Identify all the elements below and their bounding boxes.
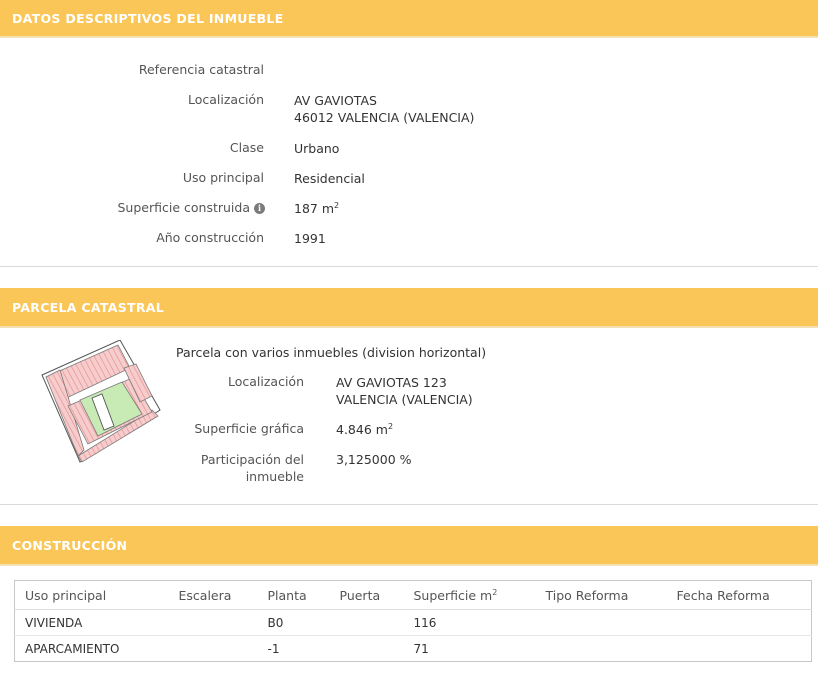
parcela-superficie-value: 4.846 m (336, 422, 388, 437)
cell-superficie: 116 (403, 609, 536, 636)
cell-tipo-reforma (536, 636, 667, 662)
parcel-plan-image[interactable] (40, 340, 162, 466)
section-header-datos: DATOS DESCRIPTIVOS DEL INMUEBLE (0, 0, 818, 38)
parcela-localizacion-label: Localización (227, 374, 304, 389)
table-header-row: Uso principal Escalera Planta Puerta Sup… (14, 580, 812, 610)
parcela-superficie-unit-sup: 2 (387, 421, 394, 431)
col-superficie: Superficie m2 (403, 580, 536, 610)
col-planta: Planta (257, 580, 330, 610)
col-tipo-reforma: Tipo Reforma (535, 580, 667, 610)
parcela-superficie-value-wrap: 4.846 m2 (336, 421, 393, 438)
parcela-heading: Parcela con varios inmuebles (division h… (176, 345, 487, 360)
cell-fecha-reforma (667, 636, 812, 662)
section-title: CONSTRUCCIÓN (12, 538, 128, 553)
table-row: VIVIENDA B0 116 (14, 609, 812, 636)
cell-escalera (169, 636, 258, 662)
superficie-value: 187 m (294, 201, 335, 216)
cell-planta: -1 (267, 641, 280, 656)
cell-uso: VIVIENDA (14, 609, 169, 636)
section-header-parcela: PARCELA CATASTRAL (0, 288, 818, 328)
col-superficie-sup: 2 (492, 587, 498, 597)
participacion-value: 3,125000 % (336, 452, 412, 467)
col-uso-principal: Uso principal (14, 580, 169, 610)
superficie-value-wrap: 187 m2 (294, 200, 339, 217)
parcela-localizacion-line2: VALENCIA (VALENCIA) (336, 392, 473, 407)
localizacion-line2: 46012 VALENCIA (VALENCIA) (294, 110, 475, 125)
superficie-label: Superficie construida (117, 200, 251, 215)
col-puerta: Puerta (329, 580, 404, 610)
participacion-label: Participación del inmueble (201, 451, 304, 485)
parcela-localizacion-line1: AV GAVIOTAS 123 (336, 375, 447, 390)
participacion-label-line1: Participación del (200, 452, 304, 467)
parcela-superficie-label: Superficie gráfica (194, 421, 304, 436)
localizacion-label: Localización (187, 92, 264, 107)
parcela-localizacion-value: AV GAVIOTAS 123 VALENCIA (VALENCIA) (336, 374, 473, 408)
construccion-table: Uso principal Escalera Planta Puerta Sup… (14, 580, 812, 662)
section-header-construccion: CONSTRUCCIÓN (0, 526, 818, 566)
superficie-unit-sup: 2 (334, 200, 340, 210)
anio-value: 1991 (294, 231, 326, 246)
localizacion-line1: AV GAVIOTAS (294, 93, 377, 108)
section-title: DATOS DESCRIPTIVOS DEL INMUEBLE (12, 11, 284, 26)
uso-value: Residencial (294, 171, 365, 186)
col-fecha-reforma: Fecha Reforma (666, 580, 812, 610)
parcela-panel: Parcela con varios inmuebles (division h… (0, 328, 818, 505)
col-superficie-label: Superficie m (413, 587, 493, 603)
cell-escalera (168, 609, 258, 636)
cell-planta: B0 (257, 609, 330, 636)
referencia-label: Referencia catastral (138, 62, 264, 77)
cell-puerta (329, 609, 404, 636)
uso-label: Uso principal (182, 170, 264, 185)
cell-puerta (330, 636, 404, 662)
inmueble-panel: Referencia catastral Localización AV GAV… (0, 38, 818, 267)
cell-uso: APARCAMIENTO (25, 641, 120, 656)
cell-fecha-reforma (666, 609, 812, 636)
info-icon[interactable]: i (254, 203, 265, 214)
anio-label: Año construcción (156, 230, 264, 245)
clase-label: Clase (229, 140, 264, 155)
cell-tipo-reforma (535, 609, 667, 636)
cell-superficie: 71 (413, 641, 429, 656)
localizacion-value: AV GAVIOTAS 46012 VALENCIA (VALENCIA) (294, 92, 474, 126)
col-escalera: Escalera (168, 580, 258, 610)
table-row: APARCAMIENTO -1 71 (15, 636, 812, 662)
superficie-label-wrap: Superficie construida i (117, 200, 265, 215)
participacion-label-line2: inmueble (245, 469, 304, 484)
clase-value: Urbano (294, 141, 340, 156)
section-title: PARCELA CATASTRAL (12, 300, 165, 315)
